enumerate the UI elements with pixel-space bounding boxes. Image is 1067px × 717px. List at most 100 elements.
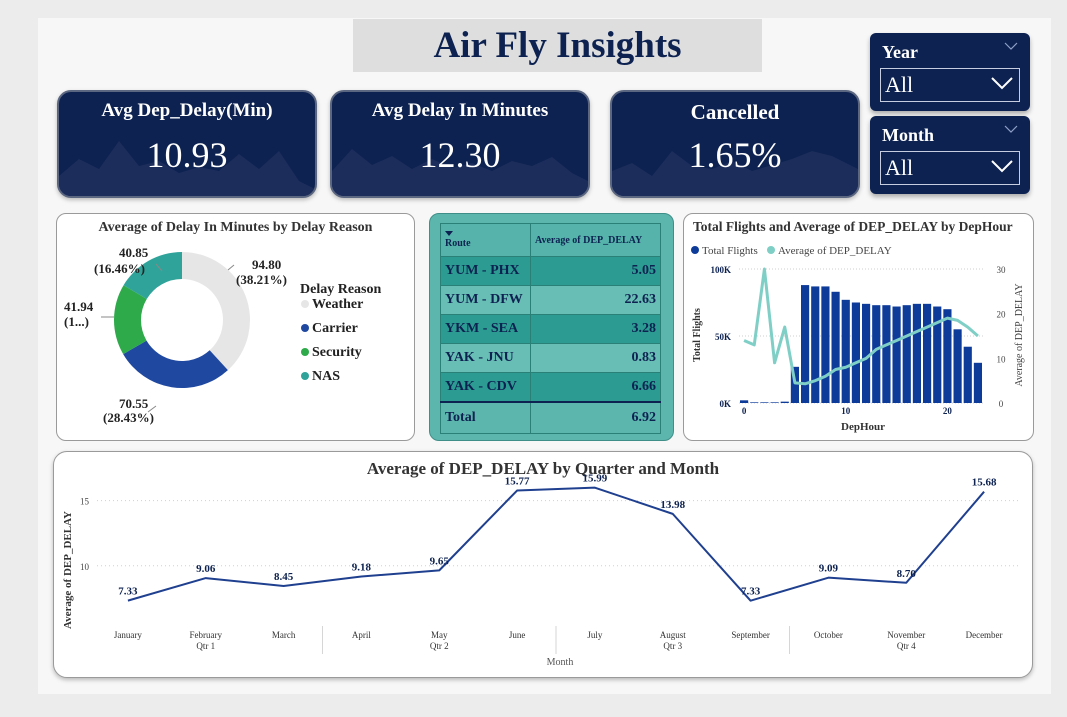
chevron-down-icon[interactable] xyxy=(1004,42,1018,50)
line-data-label: 9.65 xyxy=(430,555,450,567)
legend-marker-total-flights xyxy=(691,246,699,254)
combo-x-tick: 20 xyxy=(943,406,953,416)
combo-ylabel-left: Total Flights xyxy=(692,308,703,362)
year-slicer[interactable]: Year All xyxy=(870,33,1030,111)
table-total-value: 6.92 xyxy=(530,401,661,434)
dropdown-arrow-icon[interactable] xyxy=(991,159,1013,173)
line-data-label: 15.99 xyxy=(583,473,608,485)
line-x-tick-september: September xyxy=(731,630,770,640)
legend-marker-security xyxy=(301,348,309,356)
combo-xlabel: DepHour xyxy=(841,421,885,433)
line-data-label: 7.33 xyxy=(118,586,138,598)
line-x-tick-may: May xyxy=(431,630,448,640)
kpi-value: 1.65% xyxy=(688,135,782,175)
table-header-avg-dep-delay[interactable]: Average of DEP_DELAY xyxy=(530,223,661,257)
combo-y-tick: 0K xyxy=(719,399,731,409)
combo-legend: Total Flights Average of DEP_DELAY xyxy=(691,245,892,257)
line-ylabel: Average of DEP_DELAY xyxy=(62,511,74,629)
legend-label-nas: NAS xyxy=(312,369,340,384)
line-quarter-label: Qtr 1 xyxy=(196,641,215,651)
table-row[interactable]: YAK - CDV 6.66 xyxy=(440,372,661,403)
kpi-card-avg-dep-delay: Avg Dep_Delay(Min) 10.93 xyxy=(57,90,317,198)
kpi-card-cancelled: Cancelled 1.65% xyxy=(610,90,860,198)
line-data-label: 9.18 xyxy=(352,562,372,574)
line-data-label: 8.70 xyxy=(897,568,917,580)
table-cell-route: YUM - DFW xyxy=(440,285,531,315)
donut-label-nas-value: 40.85 xyxy=(119,245,149,260)
line-x-tick-december: December xyxy=(966,630,1003,640)
combo-bar xyxy=(831,291,840,403)
legend-marker-avg-dep-delay xyxy=(767,246,775,254)
dephour-combo-chart: Total Flights Average of DEP_DELAY Total… xyxy=(691,245,1025,433)
line-x-tick-july: July xyxy=(587,630,603,640)
line-quarter-label: Qtr 3 xyxy=(663,641,682,651)
dropdown-arrow-icon[interactable] xyxy=(991,76,1013,90)
line-x-tick-october: October xyxy=(814,630,843,640)
line-data-label: 15.77 xyxy=(505,476,530,488)
combo-bar xyxy=(892,306,901,403)
line-xlabel: Month xyxy=(547,657,574,668)
combo-bar xyxy=(770,402,779,403)
line-data-label: 13.98 xyxy=(660,499,685,511)
monthly-delay-line-chart: Average of DEP_DELAY Month 10 15 7.33 9.06 8… xyxy=(62,473,1021,668)
route-delay-table-card: Route Average of DEP_DELAY YUM - PHX 5.05… xyxy=(429,213,674,441)
donut-label-security-value: 41.94 xyxy=(64,299,94,314)
table-cell-route: YUM - PHX xyxy=(440,256,531,286)
legend-label-weather: Weather xyxy=(312,297,363,312)
line-x-tick-january: January xyxy=(114,630,142,640)
month-dropdown[interactable]: All xyxy=(880,151,1020,185)
combo-bar xyxy=(963,346,972,403)
combo-bar xyxy=(780,401,789,403)
combo-bar xyxy=(821,286,830,403)
combo-bar xyxy=(851,302,860,403)
donut-legend-title: Delay Reason xyxy=(300,282,381,297)
combo-ylabel-right: Average of DEP_DELAY xyxy=(1014,283,1025,386)
combo-y-right-tick: 0 xyxy=(999,399,1004,409)
table-row[interactable]: YUM - DFW 22.63 xyxy=(440,285,661,315)
table-cell-value: 0.83 xyxy=(530,343,661,373)
year-slicer-title: Year xyxy=(882,42,918,62)
table-cell-value: 6.66 xyxy=(530,372,661,403)
combo-bar xyxy=(811,286,820,403)
donut-label-carrier-percent: (28.43%) xyxy=(103,410,154,425)
table-total-row: Total 6.92 xyxy=(440,401,661,434)
table-header-route[interactable]: Route xyxy=(440,223,531,257)
line-series-avg-dep-delay xyxy=(127,486,985,602)
combo-bar xyxy=(882,305,891,403)
month-slicer[interactable]: Month All xyxy=(870,116,1030,194)
route-delay-table: Route Average of DEP_DELAY YUM - PHX 5.05… xyxy=(440,223,661,434)
table-row[interactable]: YAK - JNU 0.83 xyxy=(440,343,661,373)
combo-x-tick: 10 xyxy=(841,406,851,416)
line-data-label: 15.68 xyxy=(972,477,997,489)
kpi-value: 12.30 xyxy=(419,135,501,175)
month-slicer-title: Month xyxy=(882,125,935,145)
table-cell-value: 5.05 xyxy=(530,256,661,286)
combo-bar xyxy=(923,303,932,403)
combo-bar xyxy=(841,299,850,403)
donut-label-carrier-value: 70.55 xyxy=(119,396,149,411)
combo-y-right-tick: 10 xyxy=(997,354,1007,364)
line-data-label: 7.33 xyxy=(741,586,761,598)
line-x-tick-november: November xyxy=(887,630,925,640)
line-y-tick: 15 xyxy=(80,497,90,507)
donut-label-nas-percent: (16.46%) xyxy=(94,261,145,276)
year-dropdown-value: All xyxy=(885,72,914,97)
table-cell-value: 3.28 xyxy=(530,314,661,344)
table-total-label: Total xyxy=(440,401,531,434)
report-title: Air Fly Insights xyxy=(353,19,762,72)
line-x-tick-march: March xyxy=(272,630,296,640)
donut-label-weather-value: 94.80 xyxy=(252,257,281,272)
donut-slice-carrier xyxy=(123,340,228,388)
line-quarter-label: Qtr 4 xyxy=(897,641,916,651)
year-dropdown[interactable]: All xyxy=(880,68,1020,102)
line-x-tick-august: August xyxy=(660,630,687,640)
combo-bar xyxy=(872,305,881,403)
line-x-tick-february: February xyxy=(190,630,223,640)
combo-bar xyxy=(801,285,810,403)
table-row[interactable]: YKM - SEA 3.28 xyxy=(440,314,661,344)
month-dropdown-value: All xyxy=(885,155,914,180)
table-row[interactable]: YUM - PHX 5.05 xyxy=(440,256,661,286)
donut-label-weather-percent: (38.21%) xyxy=(236,272,287,287)
chevron-down-icon[interactable] xyxy=(1004,125,1018,133)
line-y-tick: 10 xyxy=(80,562,90,572)
